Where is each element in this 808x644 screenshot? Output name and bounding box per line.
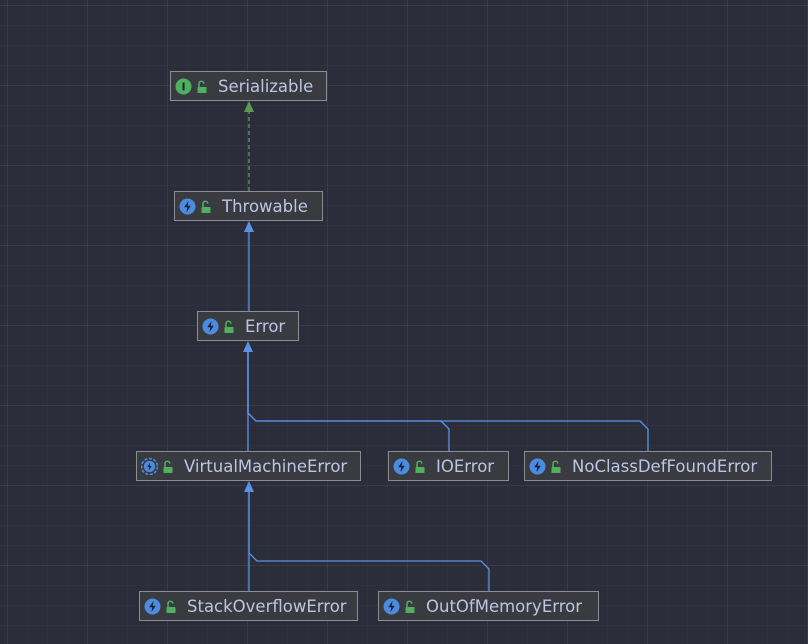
lock-open-icon <box>162 459 174 473</box>
node-label: NoClassDefFoundError <box>572 456 758 476</box>
node-stackoverflowerror[interactable]: StackOverflowError <box>139 591 358 621</box>
node-ioerror[interactable]: IOError <box>388 451 509 481</box>
node-noclassdeffounderror[interactable]: NoClassDefFoundError <box>524 451 772 481</box>
class-icon <box>383 598 400 615</box>
edge-noclassdeffounderror-to-error <box>247 352 649 451</box>
class-icon <box>202 318 219 335</box>
lock-open-icon <box>550 459 562 473</box>
node-label: Error <box>245 316 286 336</box>
class-icon <box>529 458 546 475</box>
lock-open-icon <box>404 599 416 613</box>
node-throwable[interactable]: Throwable <box>174 191 323 221</box>
node-virtualmachineerror[interactable]: VirtualMachineError <box>136 451 361 481</box>
edge-ioerror-to-error <box>247 352 450 451</box>
edge-outofmemoryerror-to-virtualmachineerror <box>248 492 490 591</box>
implements-arrowhead <box>244 101 254 112</box>
abstract-class-icon <box>140 457 159 475</box>
node-outofmemoryerror[interactable]: OutOfMemoryError <box>378 591 599 621</box>
node-label: Throwable <box>222 196 308 216</box>
node-label: StackOverflowError <box>187 596 347 616</box>
class-icon <box>179 198 196 215</box>
node-label: Serializable <box>218 76 314 96</box>
interface-icon: I <box>175 78 192 95</box>
lock-open-icon <box>223 319 235 333</box>
extends-arrowhead <box>244 481 254 492</box>
node-label: OutOfMemoryError <box>426 596 583 616</box>
node-serializable[interactable]: I Serializable <box>170 71 327 101</box>
lock-open-icon <box>196 79 208 93</box>
class-icon <box>393 458 410 475</box>
extends-arrowhead <box>243 341 253 352</box>
node-error[interactable]: Error <box>197 311 299 341</box>
lock-open-icon <box>200 199 212 213</box>
class-icon <box>144 598 161 615</box>
inheritance-edges <box>243 101 649 591</box>
lock-open-icon <box>165 599 177 613</box>
lock-open-icon <box>414 459 426 473</box>
node-label: VirtualMachineError <box>184 456 348 476</box>
extends-arrowhead <box>244 221 254 232</box>
svg-text:I: I <box>181 80 185 93</box>
node-label: IOError <box>436 456 495 476</box>
